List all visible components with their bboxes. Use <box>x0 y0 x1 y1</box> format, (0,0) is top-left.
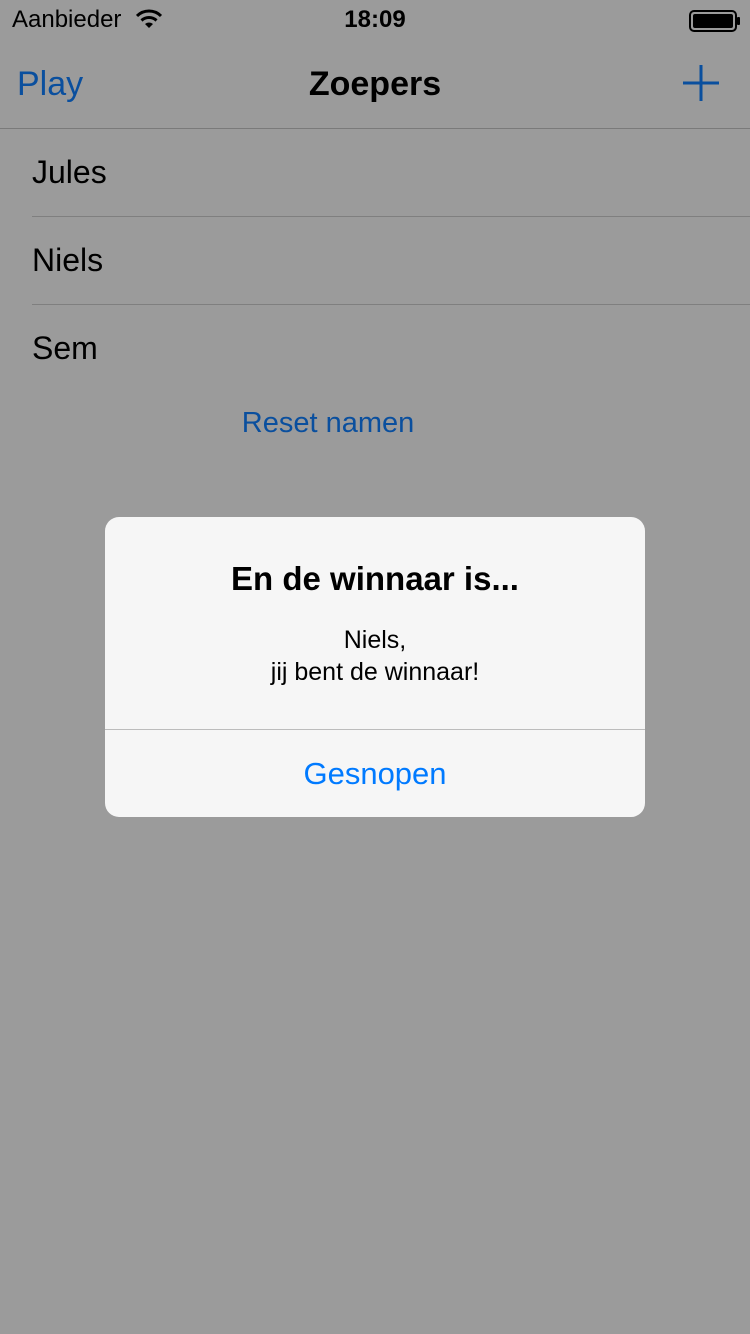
alert-message-line: jij bent de winnaar! <box>270 658 480 686</box>
list-item[interactable]: Jules <box>32 129 750 217</box>
page-title: Zoepers <box>308 65 442 103</box>
reset-names-button[interactable]: Reset namen <box>0 406 656 440</box>
navigation-bar: Play Zoepers <box>0 40 750 129</box>
alert-message: Niels, jij bent de winnaar! <box>105 624 645 688</box>
list-item[interactable]: Sem <box>32 305 750 392</box>
player-list: Jules Niels Sem <box>0 129 750 392</box>
alert-message-line: Niels, <box>343 626 407 654</box>
battery-full-icon <box>689 10 740 32</box>
dismiss-button[interactable]: Gesnopen <box>105 730 645 817</box>
list-item-label: Niels <box>32 242 104 278</box>
list-item-label: Jules <box>32 154 107 190</box>
plus-icon[interactable] <box>682 64 720 102</box>
list-item[interactable]: Niels <box>32 217 750 305</box>
list-item-label: Sem <box>32 330 98 366</box>
winner-alert: En de winnaar is... Niels, jij bent de w… <box>105 517 645 817</box>
status-bar: Aanbieder 18:09 <box>0 0 750 40</box>
clock: 18:09 <box>344 6 406 33</box>
alert-title: En de winnaar is... <box>231 560 519 597</box>
